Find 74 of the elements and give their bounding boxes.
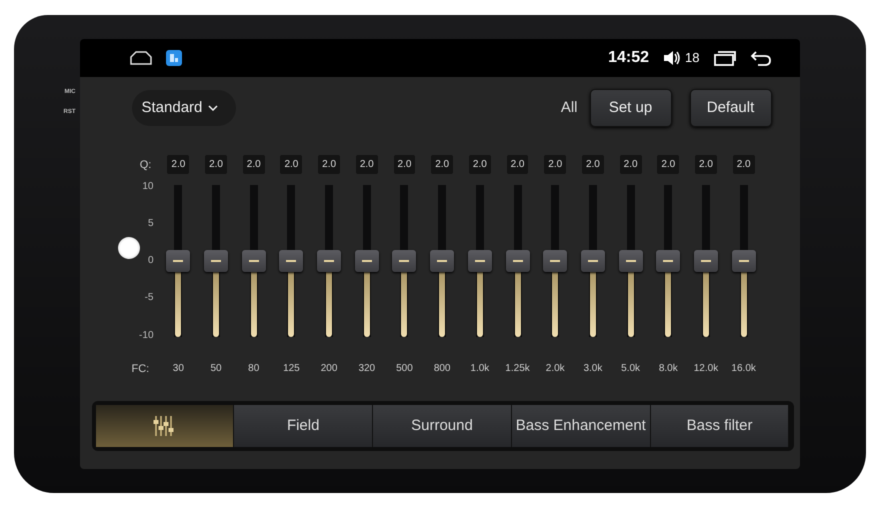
frequency-label: 800 (432, 362, 452, 374)
slider-thumb[interactable] (166, 250, 190, 272)
recent-apps-icon[interactable] (714, 50, 736, 66)
home-icon[interactable] (130, 50, 152, 64)
frequency-label: 50 (209, 362, 223, 374)
volume-level: 18 (685, 50, 700, 65)
scale-label: -5 (144, 292, 154, 304)
q-value[interactable]: 2.0 (582, 155, 604, 174)
frequency-label: 500 (395, 362, 414, 374)
chevron-down-icon (208, 104, 218, 110)
floating-button[interactable] (118, 236, 140, 258)
slider-thumb[interactable] (317, 250, 342, 272)
tab[interactable]: Bass Enhancement (512, 404, 651, 446)
scale-label: 0 (148, 255, 154, 266)
frequency-label: 1.25k (504, 362, 531, 374)
frequency-label: 80 (247, 362, 260, 374)
slider-thumb[interactable] (580, 250, 605, 272)
tab[interactable]: Field (234, 404, 374, 446)
slider-thumb[interactable] (242, 250, 266, 272)
q-value[interactable]: 2.0 (205, 155, 227, 174)
frequency-label: 320 (357, 362, 376, 374)
frequency-label: 125 (282, 362, 301, 374)
slider-thumb[interactable] (656, 250, 680, 272)
q-value[interactable]: 2.0 (242, 155, 265, 174)
q-value[interactable]: 2.0 (356, 155, 378, 174)
preset-dropdown[interactable]: Standard (132, 90, 236, 126)
scale-label: -10 (139, 330, 154, 340)
scale-label: 10 (142, 180, 154, 192)
slider-thumb[interactable] (354, 250, 379, 272)
frequency-label: 16.0k (730, 362, 757, 374)
frequency-label: 200 (320, 362, 338, 374)
app-icon[interactable] (166, 50, 182, 66)
slider-thumb[interactable] (543, 250, 568, 272)
q-value[interactable]: 2.0 (468, 155, 491, 174)
q-value[interactable]: 2.0 (506, 155, 528, 174)
slider-thumb[interactable] (506, 250, 530, 272)
back-icon[interactable] (750, 50, 772, 66)
slider-thumb[interactable] (430, 250, 454, 272)
action-button[interactable]: Set up (590, 88, 672, 126)
scope-label: All (560, 99, 578, 116)
q-value[interactable]: 2.0 (167, 155, 190, 174)
frequency-label: 3.0k (582, 362, 604, 374)
tab[interactable]: Bass filter (650, 404, 790, 446)
slider-thumb[interactable] (392, 250, 416, 272)
slider-thumb[interactable] (204, 250, 228, 272)
q-value[interactable]: 2.0 (431, 155, 454, 174)
action-button[interactable]: Default (690, 88, 772, 126)
clock-time: 14:52 (608, 48, 650, 66)
frequency-label: 12.0k (692, 362, 720, 374)
frequency-label: 5.0k (620, 362, 642, 374)
q-value[interactable]: 2.0 (280, 155, 302, 174)
equalizer-tab[interactable] (96, 404, 234, 446)
q-label: Q: (138, 158, 152, 172)
q-value[interactable]: 2.0 (394, 155, 416, 174)
equalizer-icon (153, 414, 176, 438)
slider-thumb[interactable] (694, 250, 718, 272)
frequency-label: 2.0k (544, 362, 566, 374)
q-value[interactable]: 2.0 (657, 155, 680, 174)
slider-thumb[interactable] (279, 250, 304, 272)
frequency-label: 8.0k (658, 362, 679, 374)
q-value[interactable]: 2.0 (732, 155, 755, 174)
q-value[interactable]: 2.0 (318, 155, 340, 174)
slider-thumb[interactable] (618, 250, 643, 272)
frequency-label: 30 (172, 362, 185, 374)
q-value[interactable]: 2.0 (695, 155, 717, 174)
q-value[interactable]: 2.0 (620, 155, 642, 174)
fc-label: FC: (132, 362, 150, 374)
q-value[interactable]: 2.0 (544, 155, 566, 174)
scale-label: 5 (148, 218, 154, 229)
slider-thumb[interactable] (732, 250, 756, 272)
tab[interactable]: Surround (373, 404, 512, 446)
volume-icon (663, 50, 682, 66)
frequency-label: 1.0k (469, 362, 490, 374)
slider-thumb[interactable] (468, 250, 492, 272)
